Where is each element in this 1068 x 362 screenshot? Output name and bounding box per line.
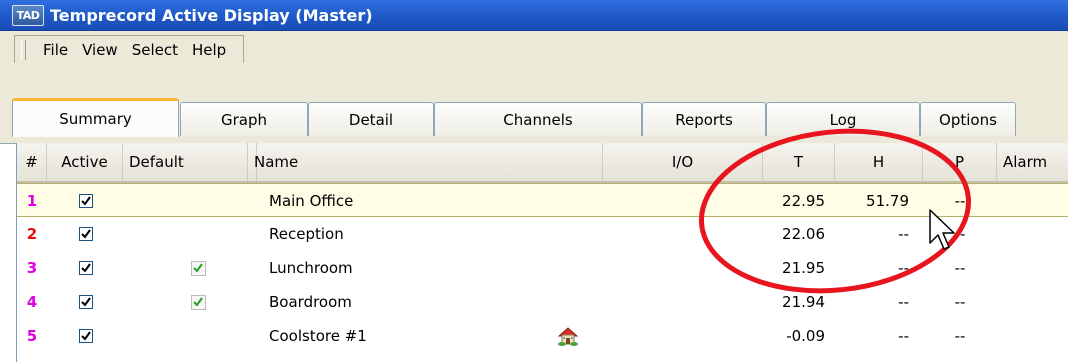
col-t[interactable]: T <box>763 143 835 181</box>
col-h[interactable]: H <box>835 143 923 181</box>
channel-name: Lunchroom <box>269 259 353 277</box>
channel-name: Boardroom <box>269 293 352 311</box>
col-active[interactable]: Active <box>47 143 123 181</box>
active-checkbox[interactable] <box>79 227 93 241</box>
window-title: Temprecord Active Display (Master) <box>50 5 373 25</box>
col-alarm[interactable]: Alarm <box>997 143 1068 181</box>
humidity-value: -- <box>898 259 909 277</box>
menu-bar: File View Select Help <box>14 35 245 63</box>
tab-graph[interactable]: Graph <box>180 102 308 136</box>
tab-channels-label: Channels <box>503 110 573 129</box>
tab-log[interactable]: Log <box>766 102 920 136</box>
row-number: 1 <box>26 192 38 210</box>
table-row[interactable]: 3 Lunchroom 21.95 -- -- <box>17 251 1068 285</box>
channel-name: Reception <box>269 225 344 243</box>
tab-detail-label: Detail <box>348 110 394 129</box>
default-checkbox[interactable] <box>191 295 206 310</box>
channel-name: Coolstore #1 <box>269 327 367 345</box>
col-default[interactable]: Default <box>123 143 257 181</box>
col-p[interactable]: P <box>923 143 997 181</box>
temperature-value: -0.09 <box>786 327 825 345</box>
active-checkbox[interactable] <box>79 261 93 275</box>
pressure-value: -- <box>954 192 966 210</box>
col-name[interactable]: Name <box>247 143 603 181</box>
menu-file[interactable]: File <box>36 41 75 59</box>
menu-grip[interactable] <box>21 39 26 60</box>
temperature-value: 21.95 <box>782 259 825 277</box>
tab-strip: Summary Graph Detail Channels Reports Lo… <box>0 98 1068 144</box>
table-row[interactable]: 4 Boardroom 21.94 -- -- <box>17 285 1068 319</box>
menu-help[interactable]: Help <box>185 41 233 59</box>
row-number: 3 <box>26 259 38 277</box>
humidity-value: -- <box>898 327 909 345</box>
tab-summary-label: Summary <box>59 110 132 128</box>
table-row[interactable]: 2 Reception 22.06 -- -- <box>17 217 1068 251</box>
active-checkbox[interactable] <box>79 194 93 208</box>
humidity-value: 51.79 <box>866 192 909 210</box>
col-number[interactable]: # <box>17 143 47 181</box>
active-checkbox[interactable] <box>79 329 93 343</box>
menu-view[interactable]: View <box>75 41 125 59</box>
tab-reports-label: Reports <box>675 110 733 129</box>
table-row[interactable]: 1 Main Office 22.95 51.79 -- <box>17 183 1068 217</box>
pressure-value: -- <box>954 293 966 311</box>
active-checkbox[interactable] <box>79 295 93 309</box>
tab-log-label: Log <box>829 110 857 129</box>
tab-graph-label: Graph <box>220 110 267 129</box>
pressure-value: -- <box>954 225 966 243</box>
title-bar[interactable]: TAD Temprecord Active Display (Master) <box>0 0 1068 31</box>
window-chrome: File View Select Help Summary Graph Deta… <box>0 31 1068 144</box>
tab-options[interactable]: Options <box>920 102 1016 136</box>
row-number: 5 <box>26 327 38 345</box>
humidity-value: -- <box>898 225 909 243</box>
humidity-value: -- <box>898 293 909 311</box>
pressure-value: -- <box>954 327 966 345</box>
temperature-value: 22.95 <box>782 192 825 210</box>
col-io[interactable]: I/O <box>603 143 763 181</box>
row-number: 4 <box>26 293 38 311</box>
tab-channels[interactable]: Channels <box>434 102 642 136</box>
tab-summary[interactable]: Summary <box>12 98 179 137</box>
menu-select[interactable]: Select <box>125 41 185 59</box>
pressure-value: -- <box>954 259 966 277</box>
table-row[interactable]: 5 Coolstore #1 -0.09 -- -- <box>17 319 1068 353</box>
row-number: 2 <box>26 225 38 243</box>
channel-name: Main Office <box>269 192 354 210</box>
house-icon <box>557 325 579 351</box>
tab-reports[interactable]: Reports <box>642 102 766 136</box>
app-logo-icon: TAD <box>12 4 44 26</box>
temperature-value: 22.06 <box>782 225 825 243</box>
tab-detail[interactable]: Detail <box>308 102 434 136</box>
temperature-value: 21.94 <box>782 293 825 311</box>
tab-options-label: Options <box>939 110 997 129</box>
default-checkbox[interactable] <box>191 261 206 276</box>
grid-header: # Active Default Name I/O T H P Alarm <box>17 143 1068 183</box>
channel-grid[interactable]: # Active Default Name I/O T H P Alarm 1 M… <box>16 143 1068 362</box>
